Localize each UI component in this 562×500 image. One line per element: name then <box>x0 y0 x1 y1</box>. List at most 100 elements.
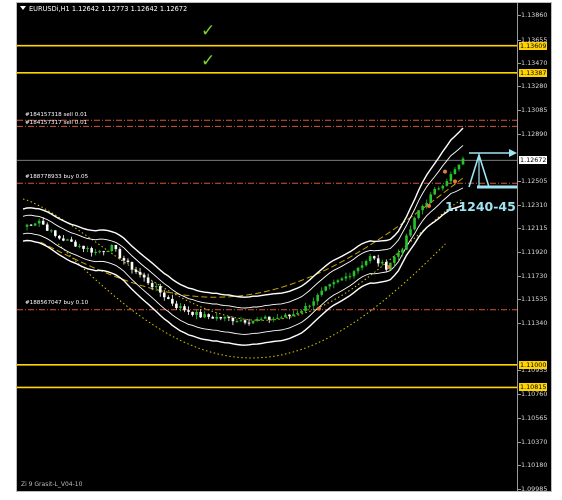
candle-bull <box>328 284 332 287</box>
candle-bear <box>199 311 202 318</box>
axis-tick-label: 1.11340 <box>521 319 548 328</box>
candle-bull <box>106 251 110 253</box>
axis-tick-label: 1.12310 <box>521 200 548 209</box>
candle-bear <box>70 239 73 242</box>
candle-bull <box>368 256 372 262</box>
candle-bull <box>255 318 259 321</box>
candle-bear <box>376 258 380 264</box>
candle-bull <box>401 249 404 253</box>
candle-bull <box>25 224 29 227</box>
candle-bull <box>344 276 348 279</box>
chart-window[interactable]: EURUSDi,H1 1.12642 1.12773 1.12642 1.126… <box>16 2 553 493</box>
candle-bull <box>413 217 416 230</box>
axis-tick-label: 1.11920 <box>521 248 548 257</box>
checkmark-icon: ✓ <box>201 51 216 71</box>
candle-bear <box>385 262 388 270</box>
candlestick-chart[interactable] <box>17 3 535 491</box>
order-label-sell[interactable]: #184157318 sell 0.01 <box>25 112 87 118</box>
candle-bull <box>417 210 420 218</box>
candle-bull <box>179 306 182 309</box>
candle-bull <box>393 256 396 263</box>
candle-bull <box>300 310 303 313</box>
order-label-buy[interactable]: #188778933 buy 0.05 <box>25 174 88 180</box>
candle-bear <box>134 269 138 272</box>
candle-bull <box>429 194 433 203</box>
candle-bear <box>126 260 130 263</box>
candle-bear <box>211 316 215 319</box>
candle-bear <box>142 274 146 278</box>
candle-bull <box>94 251 97 253</box>
candle-bull <box>304 306 307 311</box>
candle-bear <box>29 224 33 226</box>
envelope-upper-dotted <box>22 198 464 321</box>
symbol-ohlc-label: EURUSDi,H1 1.12642 1.12773 1.12642 1.126… <box>29 5 188 13</box>
bollinger-lower <box>22 204 464 346</box>
price-plot-area[interactable]: EURUSDi,H1 1.12642 1.12773 1.12642 1.126… <box>17 3 535 491</box>
candle-bull <box>154 286 158 288</box>
candle-bull <box>397 252 400 257</box>
axis-tick-label: 1.13470 <box>521 58 548 67</box>
order-label-buy[interactable]: #188567047 buy 0.10 <box>25 300 88 306</box>
axis-tick-label: 1.12115 <box>521 224 548 233</box>
candle-bull <box>316 294 319 302</box>
candle-bear <box>288 314 291 317</box>
candle-bull <box>441 185 445 189</box>
chart-header: EURUSDi,H1 1.12642 1.12773 1.12642 1.126… <box>20 5 187 13</box>
candle-bear <box>187 310 190 312</box>
candle-bear <box>130 262 134 270</box>
axis-tick-label: 1.10565 <box>521 414 548 423</box>
candle-bull <box>259 318 263 320</box>
candle-bull <box>332 282 336 285</box>
candle-bull <box>457 164 461 170</box>
candle-bull <box>324 286 328 291</box>
candle-bear <box>41 220 45 225</box>
candle-bear <box>167 297 170 299</box>
candles <box>25 156 465 326</box>
candle-bear <box>183 306 186 311</box>
axis-tick-label: 1.10370 <box>521 437 548 446</box>
candle-bear <box>138 271 142 275</box>
candle-bear <box>82 245 85 249</box>
triangle-down-icon[interactable] <box>20 6 26 10</box>
arrow-right-icon <box>509 149 517 157</box>
candle-bull <box>215 316 219 319</box>
order-label-sell[interactable]: #184157317 sell 0.01 <box>25 120 87 126</box>
candle-bull <box>235 321 239 323</box>
candle-bear <box>58 235 61 239</box>
candle-bear <box>219 316 223 319</box>
candle-bull <box>33 223 37 226</box>
candle-bear <box>207 314 210 317</box>
candle-bull <box>110 244 114 252</box>
candle-bull <box>461 158 465 165</box>
trade-marker <box>427 203 431 208</box>
candle-bull <box>352 271 356 277</box>
trade-marker <box>453 179 457 184</box>
candle-bear <box>372 256 376 259</box>
candle-bull <box>284 314 287 318</box>
candle-bull <box>449 174 453 182</box>
axis-tick-label: 1.09985 <box>521 485 548 493</box>
current-price-tag: 1.12672 <box>519 156 548 165</box>
candle-bull <box>453 169 457 175</box>
candle-bull <box>308 305 311 307</box>
level-price-tag: 1.13609 <box>519 41 548 50</box>
candle-bull <box>37 220 41 224</box>
candle-bull <box>320 290 324 295</box>
candle-bull <box>445 181 449 186</box>
candle-bull <box>356 267 360 272</box>
candle-bull <box>280 317 283 319</box>
target-arrows <box>468 149 535 189</box>
candle-bull <box>263 316 267 319</box>
candle-bull <box>276 317 279 319</box>
candle-bear <box>45 224 49 231</box>
candle-bull <box>203 314 206 318</box>
candle-bear <box>243 320 247 323</box>
level-price-tag: 1.11000 <box>519 360 548 369</box>
candle-bull <box>98 251 101 253</box>
price-axis[interactable]: 1.13860 1.13655 1.13470 1.13280 1.13085 1.128… <box>517 3 553 493</box>
candle-bear <box>53 230 57 236</box>
envelope-lower-dotted <box>57 243 446 359</box>
candle-bear <box>162 292 166 298</box>
candle-bull <box>195 311 198 315</box>
candle-bull <box>360 265 364 268</box>
